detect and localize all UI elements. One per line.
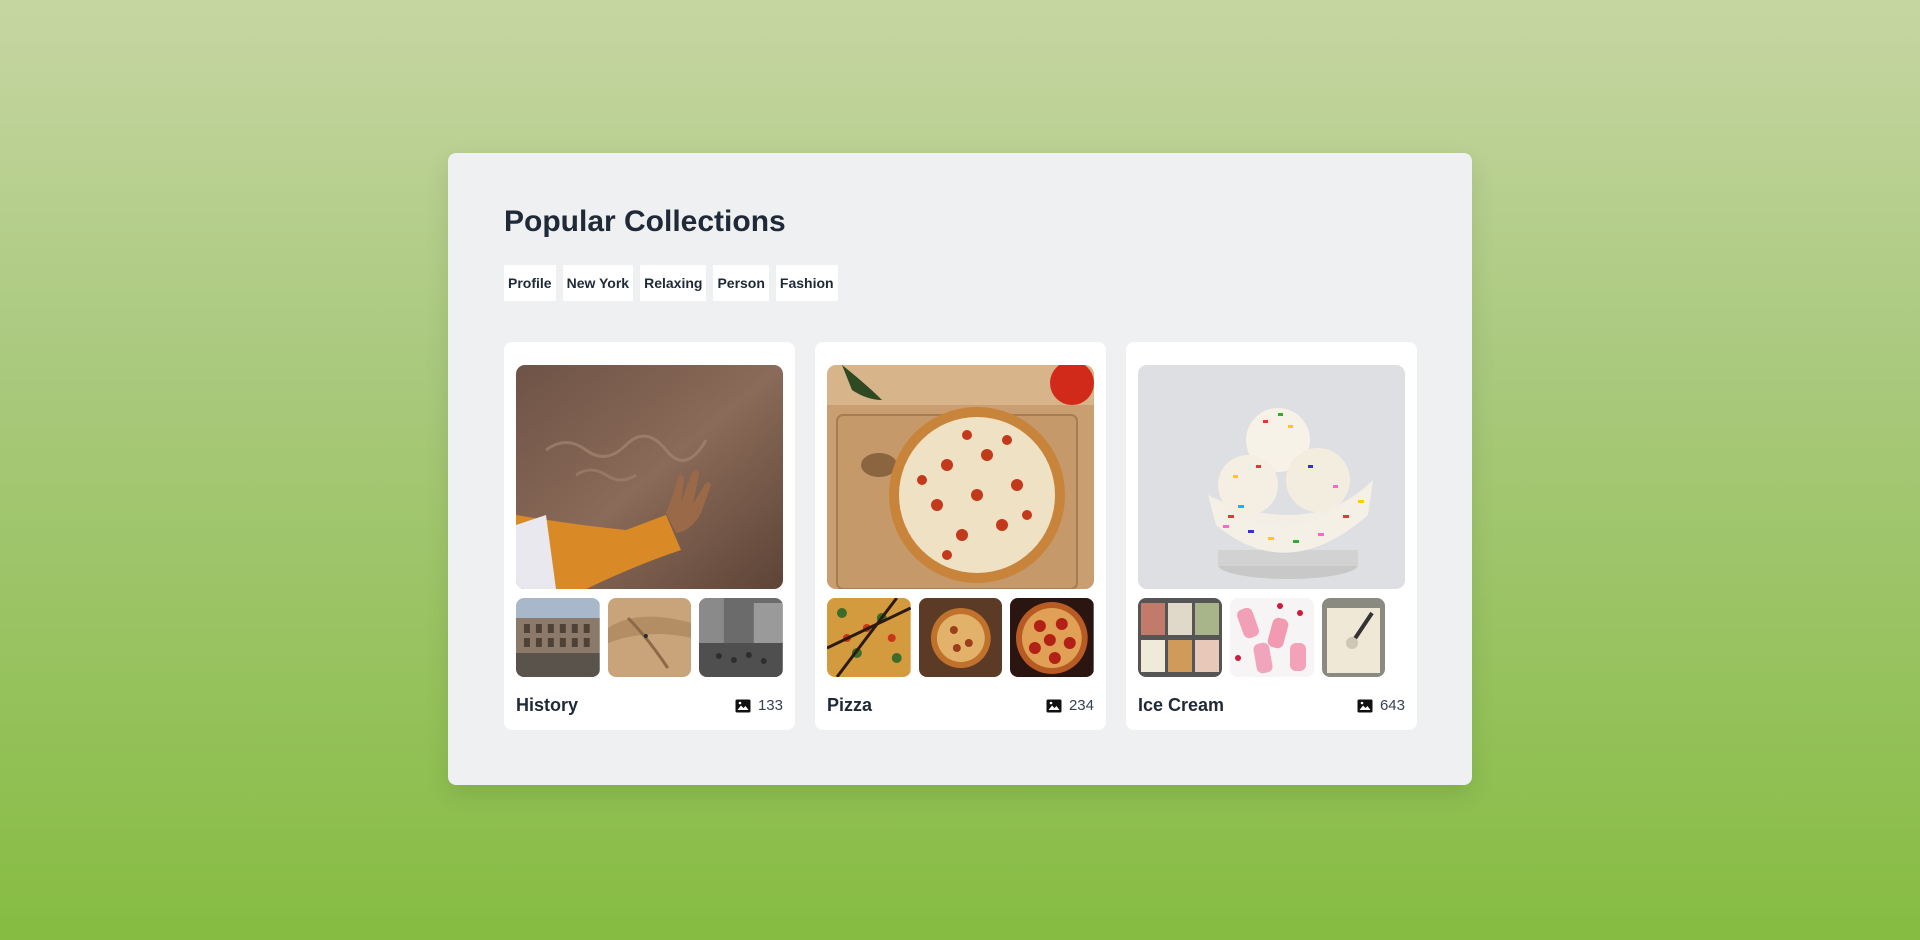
tag-new-york[interactable]: New York [562,265,634,301]
old-street-bw-photo[interactable] [699,598,784,677]
image-icon [1046,699,1062,712]
colosseum-photo[interactable] [516,598,600,677]
pizza-served-photo[interactable] [918,598,1003,677]
image-icon [1357,699,1373,712]
pepperoni-pizza-photo[interactable] [1010,598,1095,677]
image-count-value: 643 [1379,697,1405,714]
card-footer: Ice Cream 643 [1138,695,1405,716]
image-count: 643 [1357,697,1405,714]
image-count: 234 [1046,697,1094,714]
tag-person[interactable]: Person [713,265,769,301]
card-footer: History 133 [516,695,783,716]
tag-profile[interactable]: Profile [504,265,556,301]
tag-relaxing[interactable]: Relaxing [640,265,707,301]
desert-dunes-photo[interactable] [607,598,692,677]
ice-cream-tubs-photo[interactable] [1138,598,1222,677]
collections-panel: Popular Collections Profile New York Rel… [448,153,1472,785]
thumbnail-row [516,598,784,677]
vanilla-scoop-photo[interactable] [1322,598,1385,677]
hand-on-rock-carving-photo[interactable] [516,365,783,589]
collection-name: History [516,695,579,715]
collection-card-history[interactable]: History 133 [504,342,795,730]
card-footer: Pizza 234 [827,695,1094,716]
image-count-value: 234 [1068,697,1094,714]
collection-name: Ice Cream [1138,695,1225,715]
collection-name: Pizza [827,695,873,715]
page-title: Popular Collections [504,205,786,238]
tag-fashion[interactable]: Fashion [775,265,838,301]
image-count: 133 [735,697,783,714]
thumbnail-row [1138,598,1405,677]
image-count-value: 133 [757,697,783,714]
collection-grid: History 133 Pizza 234 Ice Cream 643 [504,342,1417,730]
pizza-slice-cut-photo[interactable] [827,598,911,677]
thumbnail-row [827,598,1095,677]
image-icon [735,699,751,712]
pizza-on-board-photo[interactable] [827,365,1094,589]
pink-popsicles-photo[interactable] [1230,598,1314,677]
collection-card-pizza[interactable]: Pizza 234 [815,342,1106,730]
collection-card-ice-cream[interactable]: Ice Cream 643 [1126,342,1417,730]
ice-cream-sprinkle-bowl-photo[interactable] [1138,365,1405,589]
tag-list: Profile New York Relaxing Person Fashion [504,265,838,301]
